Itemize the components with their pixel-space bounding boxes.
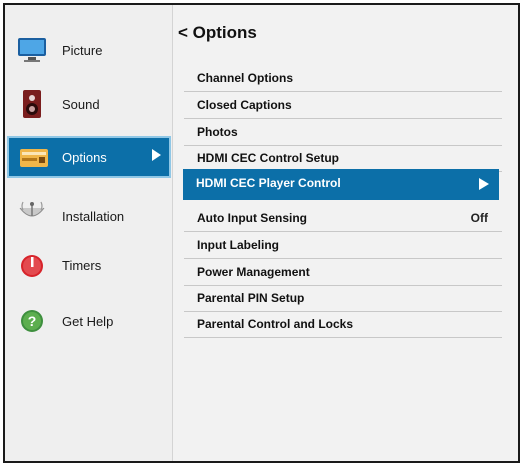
setting-value: Off (470, 211, 488, 225)
sidebar-item-label: Timers (62, 257, 102, 273)
svg-text:?: ? (28, 313, 37, 329)
menu-item-label: Power Management (197, 265, 310, 279)
menu-item-label: Parental PIN Setup (197, 291, 305, 305)
satellite-dish-icon (17, 200, 47, 228)
sidebar-item-label: Get Help (62, 313, 114, 329)
menu-item-label: Channel Options (197, 71, 293, 85)
menu-item-closed-captions[interactable]: Closed Captions (184, 93, 502, 119)
tv-icon (17, 36, 47, 64)
sidebar-item-get-help[interactable]: ? Get Help (5, 300, 173, 342)
menu-item-parental-control-and-locks[interactable]: Parental Control and Locks (184, 312, 502, 338)
menu-item-parental-pin-setup[interactable]: Parental PIN Setup (184, 286, 502, 312)
help-icon: ? (17, 307, 47, 335)
menu-item-label: Parental Control and Locks (197, 317, 354, 331)
sidebar-item-timers[interactable]: Timers (5, 244, 173, 286)
menu-item-channel-options[interactable]: Channel Options (184, 66, 502, 92)
menu-item-input-labeling[interactable]: Input Labeling (184, 233, 502, 259)
timer-icon (17, 251, 47, 279)
tv-menu-frame: Picture Sound Options Installation Timer… (3, 3, 520, 463)
menu-item-power-management[interactable]: Power Management (184, 260, 502, 286)
arrow-right-icon (479, 178, 489, 190)
menu-item-photos[interactable]: Photos (184, 120, 502, 146)
sidebar-item-picture[interactable]: Picture (5, 29, 173, 71)
page-title[interactable]: < Options (178, 23, 257, 43)
menu-item-label: Auto Input Sensing (197, 211, 307, 225)
options-icon (19, 143, 49, 171)
menu-item-label: HDMI CEC Control Setup (197, 151, 339, 165)
sidebar-item-label: Sound (62, 96, 100, 112)
options-panel: < Options Channel Options Closed Caption… (174, 5, 518, 461)
sidebar-item-label: Options (62, 149, 107, 165)
sidebar-item-options[interactable]: Options (7, 136, 171, 178)
menu-item-label: Input Labeling (197, 238, 279, 252)
menu-item-hdmi-cec-player-control[interactable]: HDMI CEC Player Control (183, 169, 499, 200)
menu-item-label: Photos (197, 125, 238, 139)
sidebar-item-label: Picture (62, 42, 103, 58)
menu-item-auto-input-sensing[interactable]: Auto Input Sensing Off (184, 206, 502, 232)
sidebar: Picture Sound Options Installation Timer… (5, 5, 173, 461)
arrow-right-icon (152, 149, 161, 161)
speaker-icon (17, 90, 47, 118)
menu-item-label: HDMI CEC Player Control (196, 176, 341, 190)
menu-item-label: Closed Captions (197, 98, 292, 112)
sidebar-item-installation[interactable]: Installation (5, 195, 173, 237)
sidebar-item-label: Installation (62, 208, 125, 224)
sidebar-item-sound[interactable]: Sound (5, 83, 173, 125)
